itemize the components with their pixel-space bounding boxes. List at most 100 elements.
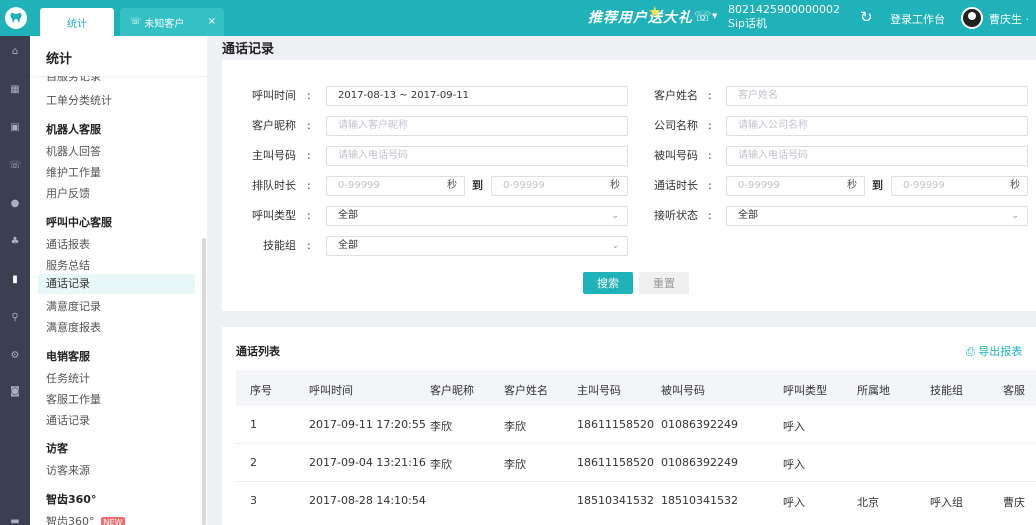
chevron-down-icon[interactable]: ▼ (712, 12, 717, 20)
top-bar: 统计 ☏ 未知客户 × 推荐用户送大礼 ★ ☏ ▼ 80214259000000… (0, 0, 1036, 36)
column-header[interactable]: 技能组 (930, 382, 963, 398)
user-icon[interactable]: ● (0, 194, 30, 214)
input-placeholder: 0-99999 (503, 180, 545, 191)
close-icon[interactable]: × (208, 16, 216, 27)
call-type-select[interactable]: 全部 ⌄ (326, 206, 628, 226)
column-header[interactable]: 客服 (1003, 382, 1036, 398)
tab-statistics[interactable]: 统计 (40, 8, 114, 36)
input-placeholder: 请输入电话号码 (738, 150, 808, 161)
sidebar-item-service-summary[interactable]: 服务总结 (46, 257, 90, 273)
customer-name-label: 客户姓名 (654, 89, 698, 102)
column-header[interactable]: 呼叫类型 (783, 382, 827, 398)
reset-button[interactable]: 重置 (639, 272, 689, 294)
refresh-icon[interactable]: ↻ (860, 8, 873, 26)
sidebar-item-ticket-category[interactable]: 工单分类统计 (46, 92, 112, 108)
sidebar-item-satisfaction-report[interactable]: 满意度报表 (46, 319, 101, 335)
select-value: 全部 (738, 210, 758, 221)
export-report-button[interactable]: ⎙ 导出报表 (966, 343, 1022, 359)
tab-unknown-customer[interactable]: ☏ 未知客户 × (120, 8, 224, 36)
queue-time-max-input[interactable]: 0-99999 秒 (491, 176, 628, 196)
answer-status-label: 接听状态 (654, 209, 698, 222)
username[interactable]: 曹庆生 · (989, 11, 1029, 27)
queue-time-label: 排队时长 (252, 179, 296, 192)
table-cell: 18611158520 (577, 418, 654, 431)
promo-banner[interactable]: 推荐用户送大礼 (588, 7, 693, 27)
sidebar-item-feedback[interactable]: 用户反馈 (46, 185, 90, 201)
grid-icon[interactable]: ▦ (0, 80, 30, 100)
home-icon[interactable]: ⌂ (0, 42, 30, 62)
phone-type: Sip话机 (728, 17, 768, 30)
grid-icon[interactable]: ▬ (0, 512, 30, 525)
sidebar-item-agent-workload[interactable]: 客服工作量 (46, 391, 101, 407)
phone-icon[interactable]: ☏ (694, 9, 712, 25)
camera-icon[interactable]: ◙ (0, 382, 30, 402)
table-cell: 曹庆 (1003, 496, 1025, 509)
company-input[interactable]: 请输入公司名称 (726, 116, 1028, 136)
sidebar-item-cut[interactable]: 自服务记录 (46, 76, 101, 84)
queue-time-min-input[interactable]: 0-99999 秒 (326, 176, 465, 196)
unit-label: 秒 (847, 180, 857, 191)
sidebar-group-360: 智齿360° (46, 493, 97, 506)
column-header[interactable]: 客户姓名 (504, 382, 548, 398)
caller-input[interactable]: 请输入电话号码 (326, 146, 628, 166)
sidebar-item-visitor-source[interactable]: 访客来源 (46, 462, 90, 478)
column-header[interactable]: 主叫号码 (577, 382, 621, 398)
column-header[interactable]: 客户昵称 (430, 382, 474, 398)
input-placeholder: 客户姓名 (738, 90, 778, 101)
talk-time-max-input[interactable]: 0-99999 秒 (891, 176, 1028, 196)
talk-time-min-input[interactable]: 0-99999 秒 (726, 176, 865, 196)
sidebar-scrollbar[interactable] (202, 238, 206, 525)
sidebar-item-robot-answer[interactable]: 机器人回答 (46, 143, 101, 159)
nickname-input[interactable]: 请输入客户昵称 (326, 116, 628, 136)
sidebar-item-360[interactable]: 智齿360° NEW (46, 513, 126, 525)
chevron-down-icon: ⌄ (611, 241, 619, 251)
nickname-label: 客户昵称 (252, 119, 296, 132)
row-divider (236, 481, 1036, 482)
search-icon[interactable]: ⚲ (0, 308, 30, 328)
callee-input[interactable]: 请输入电话号码 (726, 146, 1028, 166)
gear-icon[interactable]: ⚙ (0, 346, 30, 366)
call-time-label: 呼叫时间 (252, 89, 296, 102)
sidebar-item-telesales-records[interactable]: 通话记录 (46, 412, 90, 428)
unit-label: 秒 (447, 180, 457, 191)
table-cell: 北京 (857, 496, 879, 509)
colon: : (307, 149, 311, 162)
column-header[interactable]: 所属地 (857, 382, 890, 398)
sidebar-item-call-report[interactable]: 通话报表 (46, 236, 90, 252)
sidebar-group-telesales: 电销客服 (46, 350, 90, 363)
talk-time-label: 通话时长 (654, 179, 698, 192)
chart-icon[interactable]: ▮ (0, 270, 30, 290)
range-separator: 到 (472, 179, 483, 192)
input-placeholder: 0-99999 (338, 180, 380, 191)
doc-icon[interactable]: ▣ (0, 118, 30, 138)
sidebar-item-satisfaction-records[interactable]: 满意度记录 (46, 298, 101, 314)
colon: : (708, 179, 712, 192)
call-time-range-input[interactable]: 2017-08-13 ~ 2017-09-11 (326, 86, 628, 106)
column-header[interactable]: 呼叫时间 (309, 382, 353, 398)
table-cell: 李欣 (504, 420, 526, 433)
sidebar-item-maintenance[interactable]: 维护工作量 (46, 164, 101, 180)
column-header[interactable]: 被叫号码 (661, 382, 705, 398)
sidebar-item-task-stats[interactable]: 任务统计 (46, 370, 90, 386)
star-icon: ★ (648, 3, 662, 21)
skill-group-label: 技能组 (263, 239, 296, 252)
team-icon[interactable]: ♣ (0, 232, 30, 252)
input-placeholder: 请输入电话号码 (338, 150, 408, 161)
avatar[interactable] (961, 7, 983, 29)
sidebar-item-call-records[interactable]: 通话记录 (38, 274, 195, 294)
chevron-down-icon: ⌄ (1011, 211, 1019, 221)
column-header[interactable]: 序号 (250, 382, 272, 398)
sidebar-group-robot: 机器人客服 (46, 123, 101, 136)
input-placeholder: 0-99999 (903, 180, 945, 191)
list-title: 通话列表 (236, 345, 280, 358)
call-type-label: 呼叫类型 (252, 209, 296, 222)
answer-status-select[interactable]: 全部 ⌄ (726, 206, 1028, 226)
phone-icon[interactable]: ☏ (0, 156, 30, 176)
skill-group-select[interactable]: 全部 ⌄ (326, 236, 628, 256)
login-workbench-link[interactable]: 登录工作台 (890, 11, 945, 27)
table-cell: 01086392249 (661, 456, 738, 469)
customer-name-input[interactable]: 客户姓名 (726, 86, 1028, 106)
range-separator: 到 (872, 179, 883, 192)
search-button[interactable]: 搜索 (583, 272, 633, 294)
app-logo[interactable] (0, 0, 32, 36)
